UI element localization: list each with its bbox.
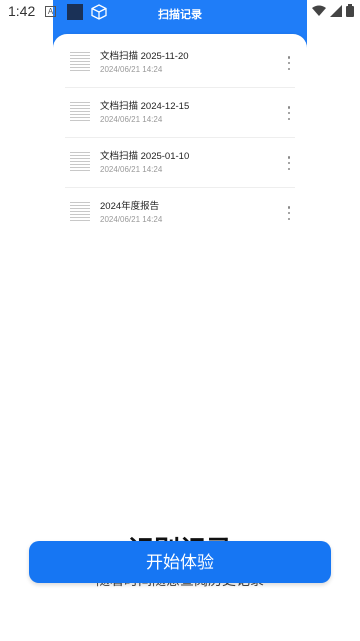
status-time: 1:42	[8, 3, 36, 19]
status-icons	[312, 4, 354, 17]
record-title: 文档扫描 2024-12-15	[100, 101, 190, 112]
record-date: 2024/06/21 14:24	[100, 215, 163, 224]
list-item[interactable]: 文档扫描 2024-12-15 2024/06/21 14:24	[65, 88, 295, 138]
signal-icon	[330, 4, 342, 17]
more-options-icon[interactable]	[286, 106, 292, 120]
document-thumbnail-icon	[69, 50, 91, 76]
record-title: 2024年度报告	[100, 201, 160, 212]
records-panel: 文档扫描 2025-11-20 2024/06/21 14:24 文档扫描 20…	[53, 34, 307, 470]
wifi-icon	[312, 5, 326, 16]
notification-a-icon: A	[45, 6, 56, 17]
list-item[interactable]: 文档扫描 2025-11-20 2024/06/21 14:24	[65, 38, 295, 88]
document-thumbnail-icon	[69, 200, 91, 226]
more-options-icon[interactable]	[286, 156, 292, 170]
start-experience-button[interactable]: 开始体验	[29, 541, 331, 583]
more-options-icon[interactable]	[286, 206, 292, 220]
status-bar: 1:42 A	[0, 0, 360, 24]
document-thumbnail-icon	[69, 150, 91, 176]
records-list: 文档扫描 2025-11-20 2024/06/21 14:24 文档扫描 20…	[65, 38, 295, 237]
record-date: 2024/06/21 14:24	[100, 65, 163, 74]
more-options-icon[interactable]	[286, 56, 292, 70]
record-date: 2024/06/21 14:24	[100, 165, 163, 174]
record-title: 文档扫描 2025-11-20	[100, 51, 189, 62]
record-date: 2024/06/21 14:24	[100, 115, 163, 124]
battery-icon	[346, 4, 354, 17]
phone-mockup: 扫描记录 文档扫描 2025-11-20 2024/06/21 14:24 文档…	[53, 0, 307, 470]
record-title: 文档扫描 2025-01-10	[100, 151, 190, 162]
list-item[interactable]: 2024年度报告 2024/06/21 14:24	[65, 188, 295, 237]
list-item[interactable]: 文档扫描 2025-01-10 2024/06/21 14:24	[65, 138, 295, 188]
document-thumbnail-icon	[69, 100, 91, 126]
